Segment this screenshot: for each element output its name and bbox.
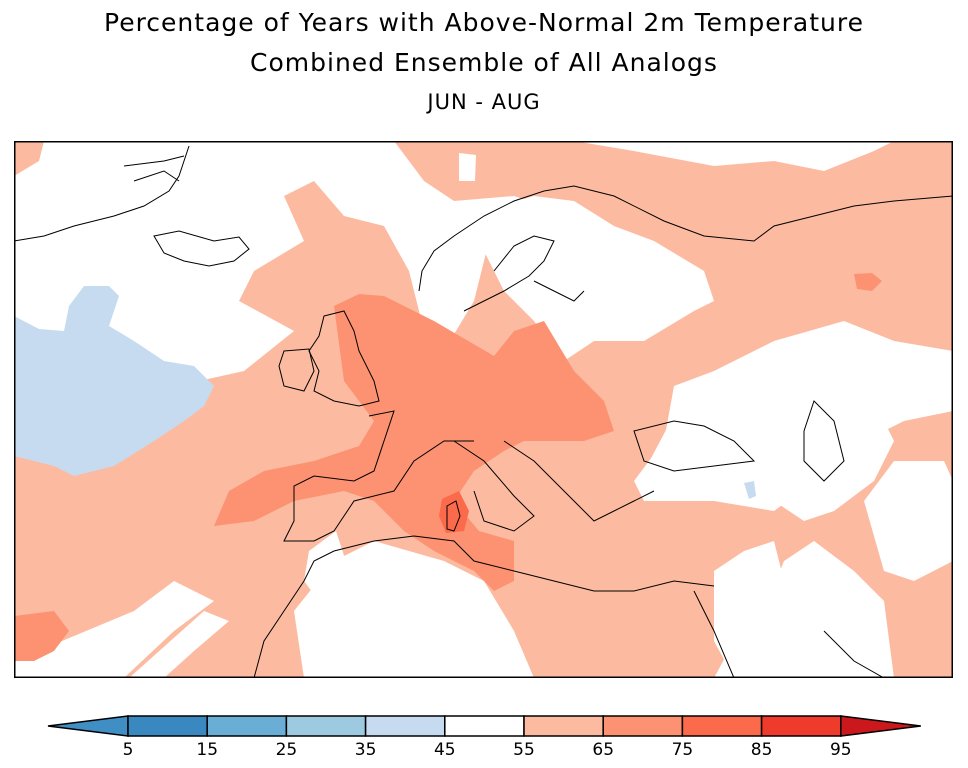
colorbar-labels: 5 15 25 35 45 55 65 75 85 95	[123, 740, 852, 760]
colorbar-box-35-45	[364, 715, 446, 737]
colorbar-box-15-25	[206, 715, 288, 737]
contour-hole-small-north	[459, 153, 476, 181]
colorbar-tick-label: 15	[196, 740, 218, 760]
colorbar-tick-label: 35	[355, 740, 377, 760]
colorbar-tick-label: 55	[513, 740, 535, 760]
map-plot	[14, 141, 953, 678]
chart-subtitle: Combined Ensemble of All Analogs	[250, 48, 718, 77]
chart-period: JUN - AUG	[427, 90, 541, 114]
colorbar-box-65-75	[602, 715, 684, 737]
colorbar-box-5-15	[127, 715, 208, 737]
colorbar-tick-label: 65	[592, 740, 614, 760]
colorbar-tick-label: 75	[672, 740, 694, 760]
colorbar-box-85-95	[760, 715, 842, 737]
colorbar-tick-label: 25	[276, 740, 298, 760]
colorbar-box-55-65	[523, 715, 604, 737]
chart-title: Percentage of Years with Above-Normal 2m…	[104, 8, 864, 37]
colorbar-tick-label: 5	[123, 740, 134, 760]
colorbar-box-75-85	[681, 715, 763, 737]
colorbar-tick-label: 85	[751, 740, 773, 760]
colorbar: 5 15 25 35 45 55 65 75 85 95	[47, 715, 921, 760]
colorbar-box-25-35	[285, 715, 367, 737]
colorbar-extend-high	[840, 715, 921, 737]
colorbar-tick-label: 95	[830, 740, 852, 760]
colorbar-box-45-55	[444, 715, 525, 737]
colorbar-boxes	[47, 715, 921, 737]
colorbar-extend-low	[47, 715, 129, 737]
colorbar-tick-label: 45	[434, 740, 456, 760]
